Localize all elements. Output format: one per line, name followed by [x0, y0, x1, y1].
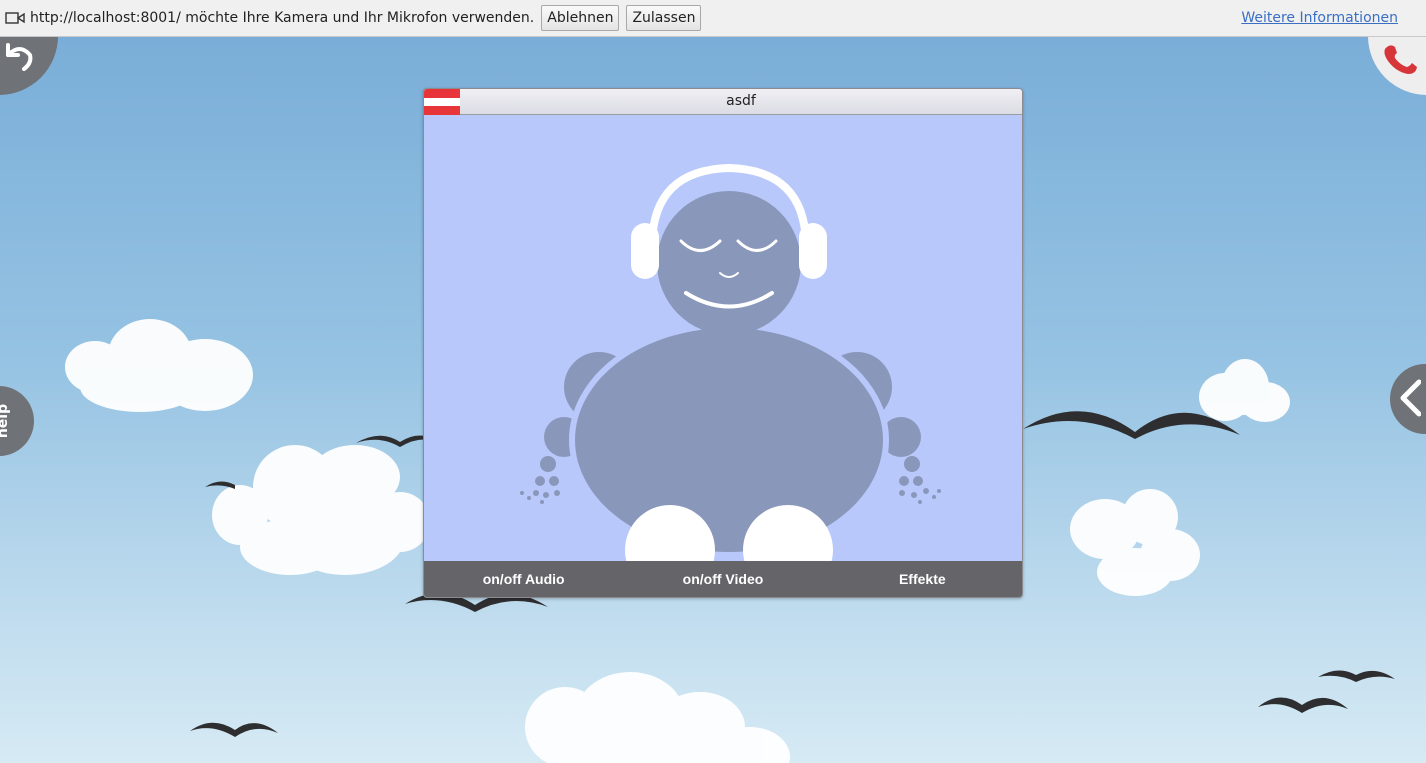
undo-arrow-icon	[6, 43, 33, 71]
permission-message: http://localhost:8001/ möchte Ihre Kamer…	[30, 10, 535, 26]
call-controls: on/off Audio on/off Video Effekte	[424, 561, 1022, 597]
panel-titlebar: asdf	[424, 89, 1022, 115]
toggle-audio-button[interactable]: on/off Audio	[424, 561, 623, 597]
video-panel: asdf on/off Audio on/off Video Effekte	[423, 88, 1023, 598]
video-stage	[424, 115, 1022, 562]
flag-stripe	[424, 106, 460, 115]
phone-hangup-icon	[1384, 45, 1417, 74]
sky-background: help asdf on/off Audio on/off Video Effe…	[0, 37, 1426, 763]
effects-button[interactable]: Effekte	[823, 561, 1022, 597]
flag-stripe	[424, 97, 460, 107]
participant-name: asdf	[726, 93, 756, 109]
toggle-video-button[interactable]: on/off Video	[623, 561, 822, 597]
camera-icon	[5, 12, 25, 24]
chevron-left-icon	[1400, 379, 1421, 417]
deny-button[interactable]: Ablehnen	[541, 5, 620, 31]
help-label: help	[0, 403, 11, 439]
avatar-placeholder-icon	[520, 163, 941, 562]
country-flag	[424, 89, 460, 115]
allow-button[interactable]: Zulassen	[626, 5, 702, 31]
more-info-link[interactable]: Weitere Informationen	[1241, 10, 1398, 26]
cloud	[65, 319, 253, 412]
flag-stripe	[424, 89, 460, 98]
permission-bar: http://localhost:8001/ möchte Ihre Kamer…	[0, 0, 1426, 37]
